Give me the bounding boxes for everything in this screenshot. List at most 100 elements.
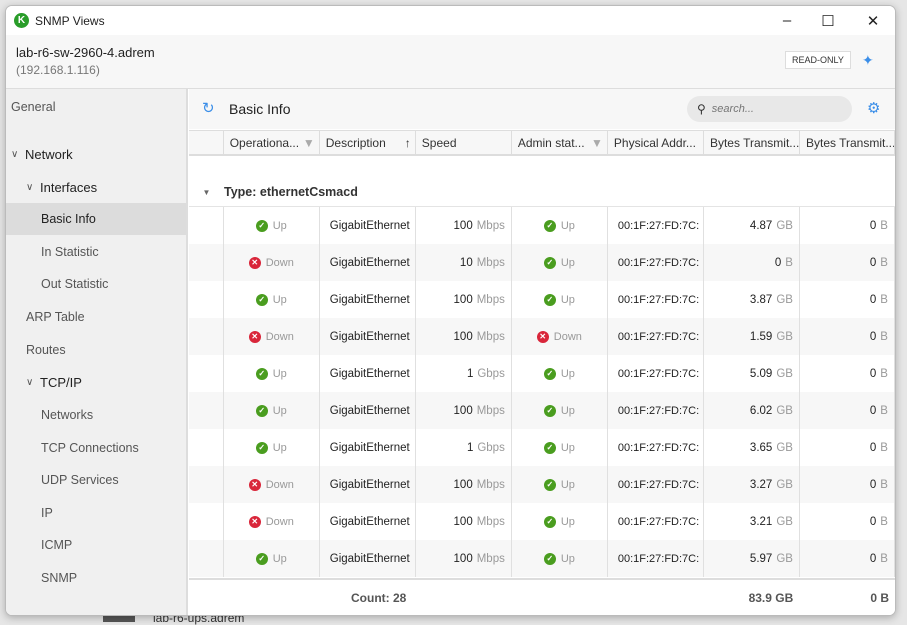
- column-header[interactable]: Physical Addr...: [608, 131, 704, 154]
- bytes-tx2-cell: 0B: [800, 355, 895, 392]
- bytes-unit: GB: [776, 478, 793, 491]
- status-text: Down: [265, 330, 294, 343]
- table-row[interactable]: ✓ Up GigabitEthernet 100 Mbps ✓ Up 00:1F:27:FD:…: [189, 540, 895, 577]
- sidebar-item-tcp-connections[interactable]: TCP Connections: [6, 432, 186, 464]
- group-row[interactable]: ▼ Type: ethernetCsmacd: [189, 178, 895, 207]
- maximize-button[interactable]: ☐: [806, 6, 850, 35]
- table-row[interactable]: ✕ Down GigabitEthernet 100 Mbps ✓ Up 00:1F:27:F…: [189, 503, 895, 540]
- speed-unit: Mbps: [476, 256, 505, 269]
- sidebar-item-in-statistic[interactable]: In Statistic: [6, 236, 186, 268]
- oper-status-cell: ✕ Down: [224, 318, 320, 355]
- check-circle-icon: ✓: [543, 256, 556, 269]
- physical-address-cell: 00:1F:27:FD:7C:: [608, 207, 704, 244]
- admin-status-cell: ✓ Up: [512, 503, 608, 540]
- bytes-tx2-cell: 0B: [800, 429, 895, 466]
- sidebar-item-ip[interactable]: IP: [6, 497, 186, 529]
- speed-value: 100: [453, 330, 473, 343]
- bytes-tx-cell: 3.27 GB: [704, 466, 800, 503]
- sidebar-item-networks[interactable]: Networks: [6, 399, 186, 431]
- sidebar-item-label: ARP Table: [26, 310, 85, 324]
- minimize-button[interactable]: –: [765, 6, 809, 35]
- status-text: Up: [272, 367, 287, 380]
- table-row[interactable]: ✕ Down GigabitEthernet 100 Mbps ✓ Up 00:1F:27:F…: [189, 466, 895, 503]
- speed-unit: Mbps: [476, 552, 505, 565]
- close-button[interactable]: ✕: [851, 6, 895, 35]
- filter-icon[interactable]: ▼: [303, 136, 315, 150]
- bytes-tx2-cell: 0B: [800, 540, 895, 577]
- sidebar-item-tcp-ip[interactable]: ∨ TCP/IP: [6, 366, 186, 398]
- magic-wand-icon[interactable]: ✦: [862, 52, 874, 69]
- column-header[interactable]: Admin stat... ▼: [512, 131, 608, 154]
- bytes-value: 1.59: [749, 330, 773, 343]
- title-bar: K SNMP Views: [6, 6, 895, 35]
- bytes-tx-cell: 5.09 GB: [704, 355, 800, 392]
- bytes-unit: B: [880, 330, 888, 343]
- status-text: Down: [553, 330, 582, 343]
- sidebar-item-interfaces[interactable]: ∨ Interfaces: [6, 171, 186, 203]
- refresh-icon[interactable]: ↻: [202, 99, 215, 117]
- check-circle-icon: ✓: [255, 219, 268, 232]
- bytes-unit: B: [880, 441, 888, 454]
- bytes-tx2-cell: 0B: [800, 466, 895, 503]
- status-text: Up: [560, 515, 575, 528]
- table-row[interactable]: ✓ Up GigabitEthernet 1 Gbps ✓ Up 00:1F:27:FD:7C…: [189, 355, 895, 392]
- speed-cell: 100 Mbps: [416, 503, 512, 540]
- bytes-value: 6.02: [749, 404, 773, 417]
- sidebar-item-icmp[interactable]: ICMP: [6, 529, 186, 561]
- physical-address-cell: 00:1F:27:FD:7C:: [608, 429, 704, 466]
- footer-count: Count: 28: [351, 590, 407, 605]
- device-ip: (192.168.1.116): [16, 63, 100, 77]
- check-circle-icon: ✓: [255, 441, 268, 454]
- description-cell: GigabitEthernet: [320, 207, 416, 244]
- column-header[interactable]: Operationa... ▼: [224, 131, 320, 154]
- search-input[interactable]: [711, 103, 832, 115]
- collapse-chevron-icon[interactable]: ▼: [189, 188, 224, 197]
- sidebar-item-out-statistic[interactable]: Out Statistic: [6, 268, 186, 300]
- sidebar-item-network[interactable]: ∨ Network: [6, 138, 186, 170]
- sidebar-item-udp-services[interactable]: UDP Services: [6, 464, 186, 496]
- table-row[interactable]: ✓ Up GigabitEthernet 1 Gbps ✓ Up 00:1F:27:FD:7C…: [189, 429, 895, 466]
- speed-cell: 100 Mbps: [416, 318, 512, 355]
- table-row[interactable]: ✓ Up GigabitEthernet 100 Mbps ✓ Up 00:1F:27:FD:…: [189, 281, 895, 318]
- sidebar-item-snmp[interactable]: SNMP: [6, 562, 186, 594]
- speed-unit: Gbps: [477, 441, 505, 454]
- sidebar-item-arp-table[interactable]: ARP Table: [6, 301, 186, 333]
- admin-status-cell: ✓ Up: [512, 355, 608, 392]
- bytes-tx-cell: 0B: [704, 244, 800, 281]
- bytes-value: 0: [869, 478, 877, 491]
- chevron-down-icon[interactable]: ∨: [26, 182, 40, 193]
- bytes-unit: GB: [776, 515, 793, 528]
- table-row[interactable]: ✕ Down GigabitEthernet 10 Mbps ✓ Up 00:1F:27:FD…: [189, 244, 895, 281]
- bytes-unit: B: [880, 367, 888, 380]
- sidebar-item-label: SNMP: [41, 571, 78, 585]
- chevron-down-icon[interactable]: ∨: [26, 377, 40, 388]
- sidebar-item-general[interactable]: General: [6, 91, 186, 123]
- sidebar-item-routes[interactable]: Routes: [6, 334, 186, 366]
- status-text: Down: [265, 478, 294, 491]
- column-header[interactable]: Description ↑: [320, 131, 416, 154]
- bytes-tx-cell: 4.87 GB: [704, 207, 800, 244]
- search-box[interactable]: ⚲: [687, 96, 852, 122]
- filter-icon[interactable]: ▼: [591, 136, 603, 150]
- sidebar-item-basic-info[interactable]: Basic Info: [6, 203, 186, 235]
- description-cell: GigabitEthernet: [320, 466, 416, 503]
- column-header[interactable]: Bytes Transmit...: [800, 131, 895, 154]
- bytes-unit: GB: [776, 330, 793, 343]
- table-row[interactable]: ✓ Up GigabitEthernet 100 Mbps ✓ Up 00:1F:27:FD:…: [189, 392, 895, 429]
- chevron-down-icon[interactable]: ∨: [11, 149, 25, 160]
- bytes-tx2-cell: 0B: [800, 207, 895, 244]
- table-row[interactable]: ✓ Up GigabitEthernet 100 Mbps ✓ Up 00:1F:27:FD:…: [189, 207, 895, 244]
- sort-ascending-icon[interactable]: ↑: [405, 136, 411, 150]
- table-row[interactable]: ✕ Down GigabitEthernet 100 Mbps ✕ Down 00:1F:27…: [189, 318, 895, 355]
- column-header[interactable]: Speed: [416, 131, 512, 154]
- settings-gear-icon[interactable]: ⚙: [867, 99, 880, 117]
- speed-value: 100: [453, 293, 473, 306]
- oper-status-cell: ✓ Up: [224, 429, 320, 466]
- expander-column: [189, 131, 224, 154]
- description-cell: GigabitEthernet: [320, 318, 416, 355]
- bytes-unit: GB: [776, 367, 793, 380]
- speed-unit: Mbps: [476, 330, 505, 343]
- bytes-unit: GB: [776, 552, 793, 565]
- column-header[interactable]: Bytes Transmit...: [704, 131, 800, 154]
- speed-value: 1: [466, 441, 474, 454]
